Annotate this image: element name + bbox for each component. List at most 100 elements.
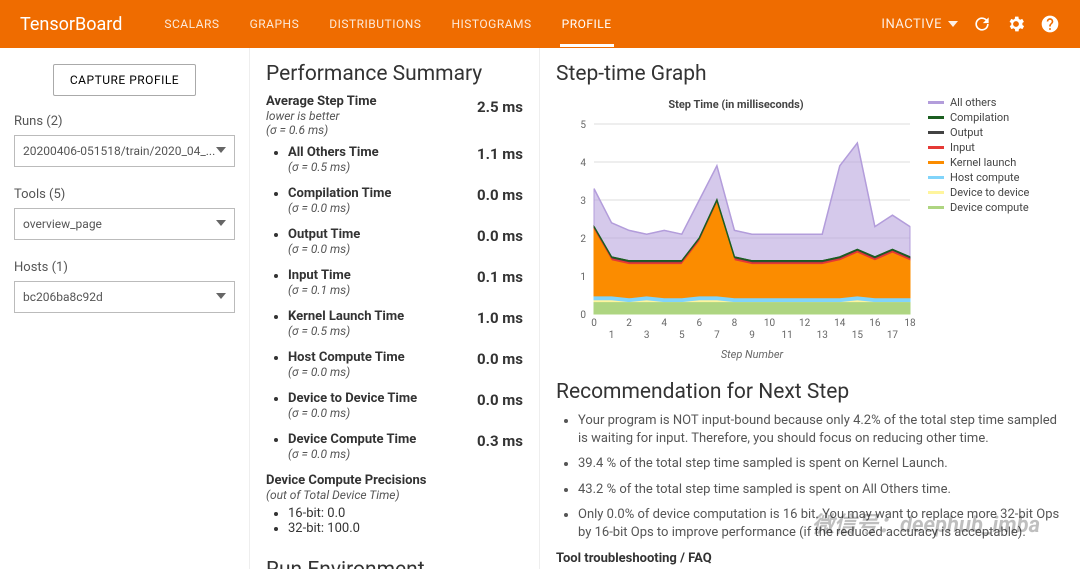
svg-text:4: 4 (580, 158, 586, 169)
svg-text:13: 13 (817, 330, 828, 341)
metric-name: All Others Time (288, 145, 379, 160)
tab-scalars[interactable]: SCALARS (162, 1, 221, 47)
metric-value: 0.0 ms (477, 391, 523, 409)
tab-graphs[interactable]: GRAPHS (248, 1, 302, 47)
performance-summary: Performance Summary Average Step Time lo… (250, 48, 540, 569)
legend-item: Input (928, 141, 1029, 154)
legend-item: Kernel launch (928, 156, 1029, 169)
metric-sigma: (σ = 0.5 ms) (288, 324, 404, 338)
metric-name: Compilation Time (288, 186, 391, 201)
metric-name: Host Compute Time (288, 350, 405, 365)
metric-name: Kernel Launch Time (288, 309, 404, 324)
svg-text:15: 15 (852, 330, 864, 341)
legend-swatch (928, 176, 944, 179)
legend-label: Kernel launch (950, 156, 1016, 169)
help-icon[interactable] (1040, 14, 1060, 34)
svg-text:8: 8 (732, 318, 738, 329)
svg-text:Step Time (in milliseconds): Step Time (in milliseconds) (668, 98, 803, 111)
logo: TensorBoard (20, 14, 122, 35)
metrics-list: All Others Time(σ = 0.5 ms)1.1 msCompila… (266, 145, 523, 461)
step-time-chart: Step Time (in milliseconds)0123450123456… (556, 94, 916, 364)
refresh-icon[interactable] (972, 14, 992, 34)
settings-icon[interactable] (1006, 14, 1026, 34)
metric-item: Output Time(σ = 0.0 ms)0.0 ms (288, 227, 523, 256)
tools-label: Tools (5) (14, 187, 235, 202)
legend-swatch (928, 161, 944, 164)
run-state-selector[interactable]: INACTIVE (881, 17, 958, 32)
faq-link[interactable]: Tool troubleshooting / FAQ (556, 551, 1064, 566)
metric-value: 0.0 ms (477, 227, 523, 245)
legend-swatch (928, 146, 944, 149)
metric-item: Device to Device Time(σ = 0.0 ms)0.0 ms (288, 391, 523, 420)
legend-label: Device to device (950, 186, 1029, 199)
metric-value: 1.1 ms (477, 145, 523, 163)
legend-item: Host compute (928, 171, 1029, 184)
svg-text:12: 12 (799, 318, 811, 329)
precision-list: 16-bit: 0.032-bit: 100.0 (266, 506, 523, 536)
legend-label: Host compute (950, 171, 1019, 184)
right-column: Step-time Graph Step Time (in millisecon… (540, 48, 1080, 569)
legend-label: Input (950, 141, 975, 154)
svg-text:18: 18 (904, 318, 916, 329)
metric-sigma: (σ = 0.0 ms) (288, 447, 416, 461)
svg-text:5: 5 (679, 330, 685, 341)
avg-step-time-title: Average Step Time (266, 94, 377, 109)
caret-down-icon (948, 21, 958, 27)
metric-sigma: (σ = 0.0 ms) (288, 201, 391, 215)
svg-text:9: 9 (749, 330, 755, 341)
precision-title: Device Compute Precisions (266, 473, 523, 488)
runs-select[interactable]: 20200406-051518/train/2020_04_... (14, 135, 235, 167)
run-state-label: INACTIVE (881, 17, 942, 32)
recommendation-item: Only 0.0% of device computation is 16 bi… (578, 506, 1064, 541)
legend-swatch (928, 131, 944, 134)
metric-name: Output Time (288, 227, 360, 242)
svg-text:16: 16 (869, 318, 881, 329)
legend-label: Compilation (950, 111, 1009, 124)
tools-select-value: overview_page (23, 217, 102, 231)
recommendation-item: 43.2 % of the total step time sampled is… (578, 481, 1064, 499)
perf-title: Performance Summary (266, 62, 523, 86)
legend-item: Device to device (928, 186, 1029, 199)
legend-label: Output (950, 126, 983, 139)
metric-name: Input Time (288, 268, 351, 283)
legend-swatch (928, 191, 944, 194)
metric-sigma: (σ = 0.0 ms) (288, 365, 405, 379)
legend-item: All others (928, 96, 1029, 109)
recommendation-list: Your program is NOT input-bound because … (556, 412, 1064, 541)
metric-item: Input Time(σ = 0.1 ms) 0.1 ms (288, 268, 523, 297)
hosts-select[interactable]: bc206ba8c92d (14, 281, 235, 313)
svg-text:3: 3 (644, 330, 650, 341)
metric-item: All Others Time(σ = 0.5 ms) 1.1 ms (288, 145, 523, 174)
avg-step-time-sigma: (σ = 0.6 ms) (266, 123, 377, 137)
step-time-graph-title: Step-time Graph (556, 62, 1064, 86)
sidebar: CAPTURE PROFILE Runs (2) 20200406-051518… (0, 48, 250, 569)
header-actions: INACTIVE (881, 14, 1060, 34)
metric-sigma: (σ = 0.1 ms) (288, 283, 351, 297)
legend-item: Compilation (928, 111, 1029, 124)
tab-profile[interactable]: PROFILE (560, 1, 614, 47)
metric-value: 0.3 ms (477, 432, 523, 450)
svg-text:1: 1 (609, 330, 615, 341)
hosts-select-value: bc206ba8c92d (23, 290, 103, 304)
metric-value: 0.1 ms (477, 268, 523, 286)
legend-label: Device compute (950, 201, 1029, 214)
metric-sigma: (σ = 0.0 ms) (288, 406, 417, 420)
svg-text:4: 4 (661, 318, 667, 329)
recommendation-title: Recommendation for Next Step (556, 380, 1064, 404)
tools-select[interactable]: overview_page (14, 208, 235, 240)
svg-text:0: 0 (580, 310, 586, 321)
metric-value: 0.0 ms (477, 186, 523, 204)
legend-item: Output (928, 126, 1029, 139)
metric-item: Device Compute Time(σ = 0.0 ms)0.3 ms (288, 432, 523, 461)
tab-histograms[interactable]: HISTOGRAMS (449, 1, 533, 47)
svg-text:5: 5 (580, 120, 586, 131)
legend-swatch (928, 206, 944, 209)
recommendation-item: Your program is NOT input-bound because … (578, 412, 1064, 447)
hosts-label: Hosts (1) (14, 260, 235, 275)
legend-swatch (928, 101, 944, 104)
metric-item: Compilation Time(σ = 0.0 ms) 0.0 ms (288, 186, 523, 215)
capture-profile-button[interactable]: CAPTURE PROFILE (53, 64, 196, 96)
svg-text:1: 1 (580, 272, 586, 283)
tab-distributions[interactable]: DISTRIBUTIONS (327, 1, 423, 47)
metric-sigma: (σ = 0.5 ms) (288, 160, 379, 174)
